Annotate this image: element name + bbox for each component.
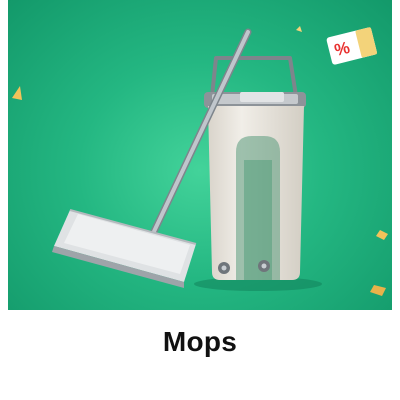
category-tile-mops[interactable]: % Mops xyxy=(0,0,400,400)
percent-tag-icon: % xyxy=(326,27,377,65)
mop-and-bucket-image: % xyxy=(12,26,388,296)
bucket xyxy=(204,92,306,280)
category-label[interactable]: Mops xyxy=(0,326,400,358)
product-image-area[interactable]: % xyxy=(8,0,392,310)
